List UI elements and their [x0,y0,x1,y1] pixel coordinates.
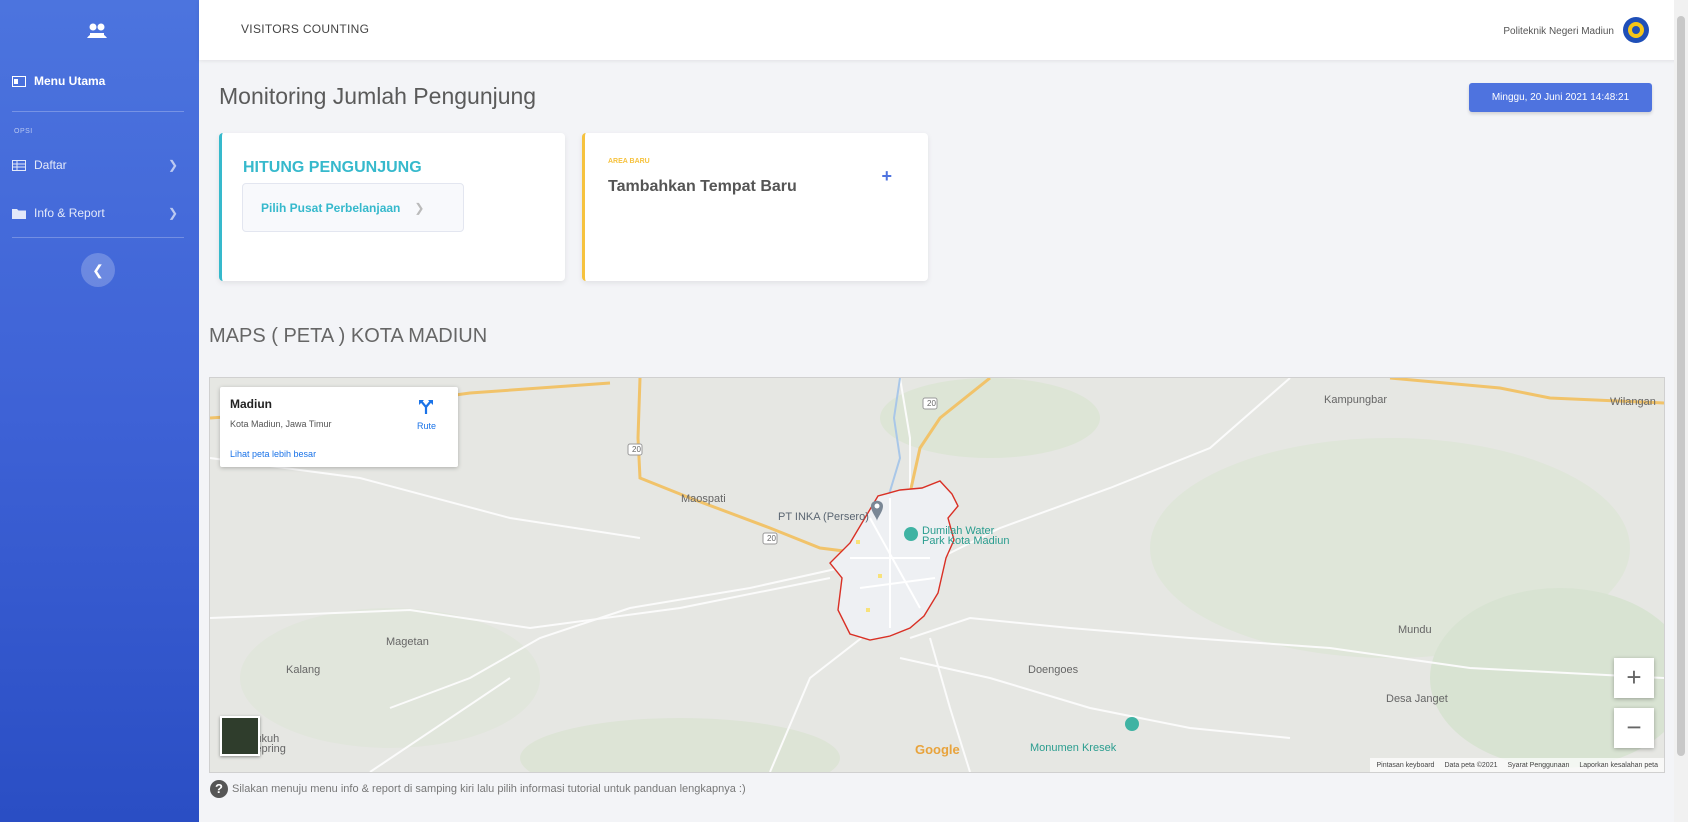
sidebar-divider [12,111,184,112]
datetime-badge: Minggu, 20 Juni 2021 14:48:21 [1469,83,1652,112]
sidebar-divider [12,237,184,238]
page-scrollbar[interactable] [1674,0,1688,822]
chevron-right-icon: ❯ [167,206,178,220]
sidebar: Menu Utama OPSI Daftar ❯ Info & Report ❯… [0,0,199,822]
sidebar-toggle-button[interactable]: ❮ [81,253,115,287]
google-logo-text: Google [915,742,960,757]
folder-icon [12,208,26,219]
scrollbar-thumb[interactable] [1677,16,1685,756]
map-label-kalang: Kalang [286,664,321,676]
place-name: Madiun [230,397,272,411]
chevron-right-icon: ❯ [414,200,425,215]
map-label-mundu: Mundu [1398,624,1432,636]
sidebar-item-label: Daftar [34,158,67,172]
terms-link[interactable]: Syarat Penggunaan [1507,762,1569,769]
app-title: VISITORS COUNTING [241,22,370,36]
tambah-tempat-card: AREA BARU Tambahkan Tempat Baru + [582,133,928,281]
map-data-text: Data peta ©2021 [1444,761,1498,769]
sidebar-item-info-report[interactable]: Info & Report ❯ [12,198,184,228]
map-label-dumilah[interactable]: Dumilah Water Park Kota Madiun [922,526,1010,547]
table-icon [12,159,26,171]
sidebar-item-label: Info & Report [34,206,105,220]
map-label-line: Park Kota Madiun [922,535,1010,547]
keyboard-shortcuts-link[interactable]: Pintasan keyboard [1376,762,1434,769]
road-shield-label: 20 [767,534,776,543]
sidebar-item-menu-utama[interactable]: Menu Utama [12,66,184,96]
hitung-pengunjung-card: HITUNG PENGUNJUNG Pilih Pusat Perbelanja… [219,133,565,281]
map-info-card: Madiun Kota Madiun, Jawa Timur Lihat pet… [220,387,458,467]
sidebar-item-daftar[interactable]: Daftar ❯ [12,150,184,180]
map-label-monumen-kresek[interactable]: Monumen Kresek [1030,742,1116,754]
users-icon[interactable] [86,20,108,42]
chevron-right-icon: ❯ [167,158,178,172]
map-attribution: Pintasan keyboard Data peta ©2021 Syarat… [1370,758,1664,772]
org-logo[interactable] [1622,16,1650,44]
map-label-wilangan: Wilangan [1610,396,1656,408]
map-label-desa-janget: Desa Janget [1386,693,1448,705]
help-note: ? Silakan menuju menu info & report di s… [210,780,746,798]
map-label-pt-inka[interactable]: PT INKA (Persero) [778,511,869,523]
map-label-kampungbar: Kampungbar [1324,394,1387,406]
place-address: Kota Madiun, Jawa Timur [230,419,332,429]
chevron-left-icon: ❮ [92,262,104,278]
map-label-maospati: Maospati [681,493,726,505]
help-text: Silakan menuju menu info & report di sam… [232,783,746,795]
maps-title: MAPS ( PETA ) KOTA MADIUN [209,325,488,347]
button-label: Pilih Pusat Perbelanjaan [261,200,401,215]
google-logo: Google [915,742,960,757]
map-embed[interactable]: Kampungbar Wilangan Maospati PT INKA (Pe… [209,377,1665,773]
zoom-in-button[interactable]: + [1614,658,1654,698]
topbar: VISITORS COUNTING Politeknik Negeri Madi… [199,0,1688,60]
road-shield-label: 20 [927,399,936,408]
dashboard-icon [12,75,26,87]
sidebar-item-label: Menu Utama [34,74,106,88]
sidebar-heading: OPSI [14,128,33,135]
zoom-out-button[interactable]: − [1614,708,1654,748]
report-error-link[interactable]: Laporkan kesalahan peta [1579,762,1658,769]
card-title: Tambahkan Tempat Baru [608,178,797,195]
page-title: Monitoring Jumlah Pengunjung [219,83,537,109]
question-circle-icon: ? [210,780,228,798]
directions-label[interactable]: Rute [417,421,436,431]
pilih-pusat-perbelanjaan-button[interactable]: Pilih Pusat Perbelanjaan ❯ [242,183,464,232]
larger-map-link[interactable]: Lihat peta lebih besar [230,449,316,459]
add-place-button[interactable]: + [881,166,892,187]
directions-icon[interactable] [418,399,434,415]
map-label-magetan: Magetan [386,636,429,648]
satellite-view-toggle[interactable] [220,716,260,756]
org-name[interactable]: Politeknik Negeri Madiun [1503,26,1614,37]
card-label: AREA BARU [608,158,650,165]
card-title: HITUNG PENGUNJUNG [243,159,422,176]
road-shield-label: 20 [632,445,641,454]
map-label-doengoes: Doengoes [1028,664,1079,676]
